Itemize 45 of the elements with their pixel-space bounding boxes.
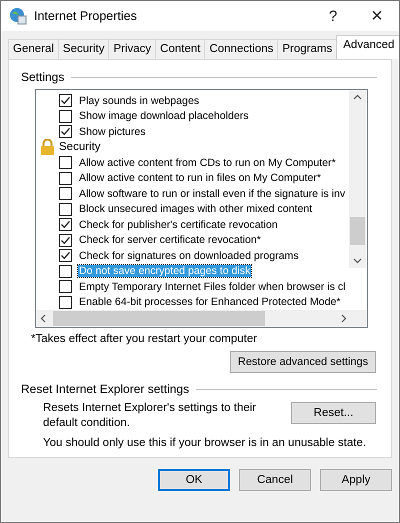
checkbox[interactable] bbox=[59, 172, 72, 185]
checkbox[interactable] bbox=[59, 156, 72, 170]
group-label: Reset Internet Explorer settings bbox=[21, 382, 190, 396]
warning-text: You should only use this if your browser is in an unusable state. bbox=[43, 437, 368, 449]
group-label: Settings bbox=[21, 70, 64, 84]
close-button[interactable]: × bbox=[355, 1, 399, 31]
option-label[interactable]: Block unsecured images with other mixed content bbox=[78, 203, 314, 216]
option-label[interactable]: Show image download placeholders bbox=[78, 110, 250, 122]
option-label[interactable]: Check for server certificate revocation* bbox=[78, 234, 262, 246]
option-label[interactable]: Allow software to run or install even if the signature is inv bbox=[78, 188, 346, 200]
dialog-button[interactable]: Cancel bbox=[239, 469, 311, 491]
dialog-button[interactable]: OK bbox=[158, 469, 230, 491]
checkbox[interactable] bbox=[59, 296, 72, 309]
checkbox[interactable] bbox=[59, 234, 72, 247]
horizontal-scrollbar[interactable] bbox=[36, 310, 367, 327]
option-label[interactable]: Enable 64-bit processes for Enhanced Protected Mode* bbox=[78, 296, 342, 308]
footnote-text: *Takes effect after you restart your computer bbox=[31, 333, 258, 345]
option-label[interactable]: Check for signatures on downloaded programs bbox=[78, 250, 300, 262]
checkbox[interactable] bbox=[59, 187, 72, 200]
reset-button[interactable]: Reset... bbox=[291, 402, 376, 424]
option-label[interactable]: Check for publisher's certificate revocation bbox=[78, 218, 279, 231]
checkbox[interactable] bbox=[59, 264, 72, 278]
option-label[interactable]: Show pictures bbox=[78, 126, 147, 138]
restore-button[interactable]: Restore advanced settings bbox=[230, 351, 376, 373]
dialog-button[interactable]: Apply bbox=[320, 469, 392, 491]
option-label[interactable]: Allow active content to run in files on My Computer* bbox=[78, 172, 322, 184]
tab[interactable]: General bbox=[8, 39, 59, 59]
description-text: Resets Internet Explorer's settings to their default condition. bbox=[43, 401, 258, 431]
checkbox[interactable] bbox=[59, 249, 72, 262]
checkbox[interactable] bbox=[59, 280, 72, 294]
checkbox[interactable] bbox=[59, 218, 72, 232]
checkbox[interactable] bbox=[59, 202, 72, 216]
globe-icon bbox=[9, 7, 27, 25]
lock-icon bbox=[40, 139, 55, 156]
help-button[interactable]: ? bbox=[311, 1, 355, 31]
vertical-scrollbar[interactable] bbox=[349, 90, 366, 268]
option-label[interactable]: Play sounds in webpages bbox=[78, 94, 200, 107]
checkbox[interactable] bbox=[59, 110, 72, 123]
option-label[interactable]: Empty Temporary Internet Files folder when browser is cl bbox=[78, 280, 347, 293]
window-title: Internet Properties bbox=[34, 9, 137, 23]
checkbox[interactable] bbox=[59, 94, 72, 108]
tab[interactable]: Advanced bbox=[336, 35, 399, 59]
option-label[interactable]: Allow active content from CDs to run on My Computer* bbox=[78, 156, 337, 169]
checkbox[interactable] bbox=[59, 125, 72, 138]
category-label: Security bbox=[59, 141, 101, 154]
